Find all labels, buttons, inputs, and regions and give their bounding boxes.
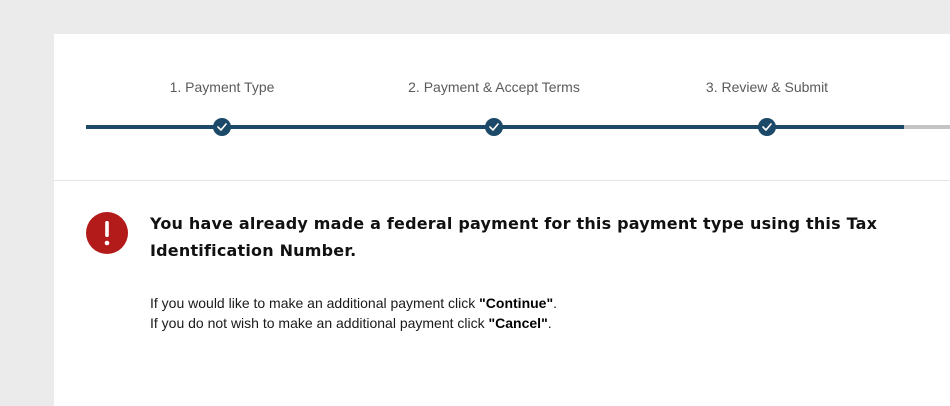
payment-instructions: If you would like to make an additional … bbox=[150, 293, 910, 333]
continue-instruction: If you would like to make an additional … bbox=[150, 293, 910, 313]
progress-stepper: 1. Payment Type 2. Payment & Accept Term… bbox=[54, 34, 950, 181]
cancel-action-text: "Cancel" bbox=[488, 315, 548, 331]
cancel-instruction-period: . bbox=[547, 315, 552, 331]
continue-instruction-period: . bbox=[553, 295, 557, 311]
payment-card: 1. Payment Type 2. Payment & Accept Term… bbox=[54, 34, 950, 406]
checkmark-icon bbox=[489, 123, 499, 131]
checkmark-icon bbox=[762, 123, 772, 131]
duplicate-payment-warning: You have already made a federal payment … bbox=[150, 214, 878, 260]
step-label-payment-accept-terms: 2. Payment & Accept Terms bbox=[408, 79, 580, 95]
step-label-review-submit: 3. Review & Submit bbox=[705, 79, 829, 95]
continue-instruction-text: If you would like to make an additional … bbox=[150, 295, 480, 311]
step-label-payment-type: 1. Payment Type bbox=[169, 79, 275, 95]
step-marker-payment-type bbox=[213, 118, 231, 136]
cancel-instruction-text: If you do not wish to make an additional… bbox=[150, 315, 489, 331]
checkmark-icon bbox=[217, 123, 227, 131]
cancel-instruction: If you do not wish to make an additional… bbox=[150, 313, 910, 333]
exclamation-circle-icon bbox=[86, 212, 128, 254]
progress-track-remaining bbox=[904, 125, 950, 129]
step-marker-review-submit bbox=[758, 118, 776, 136]
continue-action-text: "Continue" bbox=[479, 295, 554, 311]
step-marker-payment-accept-terms bbox=[485, 118, 503, 136]
